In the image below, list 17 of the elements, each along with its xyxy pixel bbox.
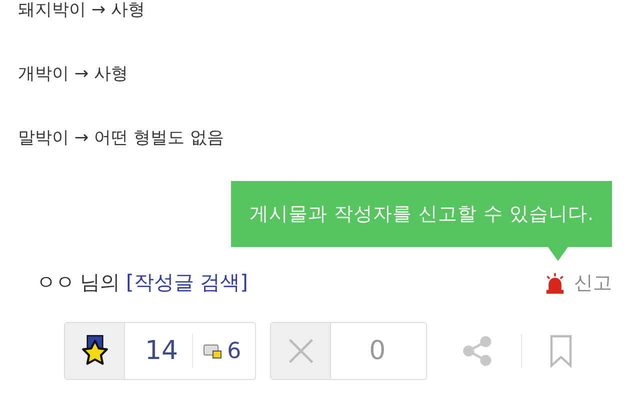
search-posts-link[interactable]: [작성글 검색] — [126, 269, 248, 296]
recommend-button[interactable] — [65, 323, 125, 379]
fixed-recommend-count: 6 — [227, 338, 242, 364]
tooltip-pointer — [548, 247, 568, 261]
siren-icon — [544, 272, 566, 294]
author-name: ㅇㅇ — [36, 269, 74, 296]
bookmark-icon[interactable] — [548, 333, 574, 369]
post-text: 돼지박이 → 사형 — [18, 0, 146, 21]
tooltip: 게시물과 작성자를 신고할 수 있습니다. — [231, 181, 612, 247]
fixed-recommend-icon — [203, 343, 224, 359]
recommend-count: 14 — [144, 336, 180, 366]
post-text: 말박이 → 어떤 형벌도 없음 — [18, 127, 225, 149]
dislike-count: 0 — [368, 336, 387, 366]
dislike-button[interactable] — [271, 323, 332, 379]
author-suffix: 님의 — [80, 269, 120, 296]
report-link[interactable]: 신고 — [574, 270, 612, 296]
post-text: 개박이 → 사형 — [18, 63, 130, 85]
